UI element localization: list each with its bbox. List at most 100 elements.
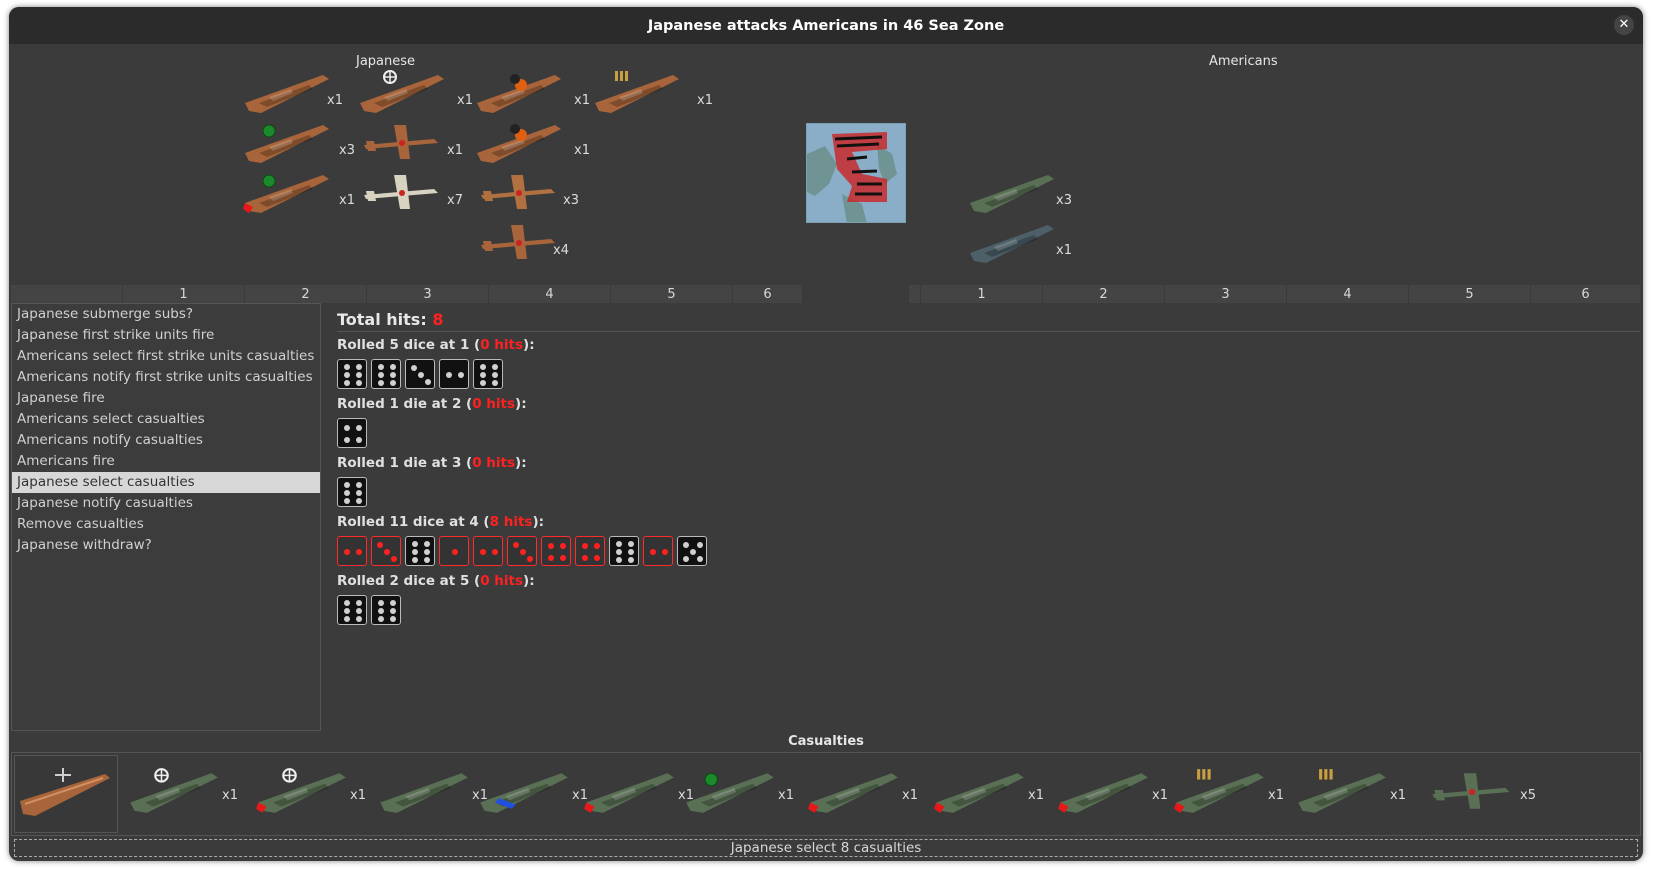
casualty-count: x1: [1268, 788, 1284, 803]
column-header: [11, 285, 123, 303]
fighter-brown-icon: [471, 169, 567, 215]
destroyer-icon: [964, 219, 1060, 265]
column-header: 3: [1165, 285, 1287, 303]
fighter-icon: [354, 119, 450, 165]
sea-zone-icon: [806, 123, 906, 223]
unit-count: x3: [1056, 193, 1072, 208]
unit-count: x1: [1056, 243, 1072, 258]
die-hit: [507, 536, 537, 566]
window-titlebar: Japanese attacks Americans in 46 Sea Zon…: [9, 7, 1643, 44]
casualty-candidate[interactable]: x1: [804, 761, 922, 825]
unit-count: x1: [447, 143, 463, 158]
dice-row: [337, 418, 1640, 450]
battleship-damaged-icon: [239, 169, 335, 215]
column-header: 4: [489, 285, 611, 303]
casualty-count: x1: [778, 788, 794, 803]
casualty-candidate[interactable]: x1: [1170, 761, 1288, 825]
die-miss: [677, 536, 707, 566]
casualties-header: Casualties: [788, 734, 864, 749]
battleship-icon: [239, 119, 335, 165]
column-header: 5: [611, 285, 733, 303]
total-hits: Total hits: 8: [337, 310, 1640, 332]
battle-step[interactable]: Americans select casualties: [12, 409, 320, 430]
unit-count: x1: [327, 93, 343, 108]
close-icon[interactable]: ✕: [1614, 15, 1634, 35]
casualties-panel: x1 x1 x1 x1 x1 x1 x1 x1 x1 x1 x1 x5: [11, 752, 1641, 836]
casualty-count: x1: [902, 788, 918, 803]
burning-cruiser-icon: [471, 69, 567, 115]
casualty-candidate[interactable]: x1: [1054, 761, 1172, 825]
casualty-count: x1: [350, 788, 366, 803]
die-miss: [439, 359, 469, 389]
die-miss: [337, 359, 367, 389]
casualty-candidate[interactable]: x1: [474, 761, 592, 825]
unit-count: x3: [339, 143, 355, 158]
casualty-candidate[interactable]: x5: [1422, 761, 1540, 825]
battle-step[interactable]: Remove casualties: [12, 514, 320, 535]
roll-header: Rolled 1 die at 3 (0 hits):: [337, 455, 527, 471]
battle-step[interactable]: Japanese first strike units fire: [12, 325, 320, 346]
battle-steps-list[interactable]: Japanese submerge subs? Japanese first st…: [11, 303, 321, 731]
casualty-candidate[interactable]: x1: [1292, 761, 1410, 825]
status-bar: Japanese select 8 casualties: [14, 839, 1638, 857]
dice-results: Total hits: 8 Rolled 5 dice at 1 (0 hits…: [337, 310, 1640, 627]
die-miss: [473, 359, 503, 389]
casualty-selection[interactable]: [14, 755, 118, 833]
bomber-icon: [471, 219, 567, 265]
die-hit: [643, 536, 673, 566]
die-miss: [371, 595, 401, 625]
die-hit: [575, 536, 605, 566]
die-miss: [405, 359, 435, 389]
battle-step[interactable]: Americans select first strike units casu…: [12, 346, 320, 367]
die-hit: [337, 536, 367, 566]
column-header: 6: [1531, 285, 1641, 303]
die-miss: [405, 536, 435, 566]
battle-step[interactable]: Japanese notify casualties: [12, 493, 320, 514]
battle-step[interactable]: Japanese submerge subs?: [12, 304, 320, 325]
die-miss: [337, 477, 367, 507]
casualty-count: x5: [1520, 788, 1536, 803]
column-header: 1: [921, 285, 1043, 303]
transport-icon: [964, 169, 1060, 215]
die-miss: [337, 418, 367, 448]
column-header: 1: [123, 285, 245, 303]
die-hit: [371, 536, 401, 566]
die-miss: [337, 595, 367, 625]
casualty-count: x1: [222, 788, 238, 803]
battle-step[interactable]: Americans notify first strike units casu…: [12, 367, 320, 388]
casualty-candidate[interactable]: x1: [124, 761, 242, 825]
battle-step[interactable]: Japanese select casualties: [12, 472, 320, 493]
attacker-column-strip: 123456: [11, 285, 803, 303]
unit-count: x3: [563, 193, 579, 208]
battle-step[interactable]: Americans notify casualties: [12, 430, 320, 451]
die-hit: [439, 536, 469, 566]
die-miss: [609, 536, 639, 566]
casualty-count: x1: [1152, 788, 1168, 803]
dice-row: [337, 536, 1640, 568]
submarine-icon: [239, 69, 335, 115]
roll-header: Rolled 11 dice at 4 (8 hits):: [337, 514, 545, 530]
column-header: 3: [367, 285, 489, 303]
unit-count: x4: [553, 243, 569, 258]
battle-step[interactable]: Americans fire: [12, 451, 320, 472]
dice-row: [337, 595, 1640, 627]
dice-row: [337, 359, 1640, 391]
defender-label: Americans: [1209, 54, 1278, 69]
die-hit: [473, 536, 503, 566]
carrier-icon: [20, 768, 110, 816]
unit-count: x7: [447, 193, 463, 208]
battle-step[interactable]: Japanese withdraw?: [12, 535, 320, 556]
total-hits-value: 8: [432, 310, 444, 329]
roll-header: Rolled 2 dice at 5 (0 hits):: [337, 573, 535, 589]
defender-column-strip: 123456: [909, 285, 1641, 303]
casualty-candidate[interactable]: x1: [930, 761, 1048, 825]
casualty-count: x1: [1028, 788, 1044, 803]
battle-step[interactable]: Japanese fire: [12, 388, 320, 409]
column-header: 2: [245, 285, 367, 303]
unit-count: x1: [574, 93, 590, 108]
casualty-candidate[interactable]: x1: [680, 761, 798, 825]
carrier-icon: [354, 69, 450, 115]
fighter-white-icon: [354, 169, 450, 215]
casualty-candidate[interactable]: x1: [252, 761, 370, 825]
column-header: 2: [1043, 285, 1165, 303]
